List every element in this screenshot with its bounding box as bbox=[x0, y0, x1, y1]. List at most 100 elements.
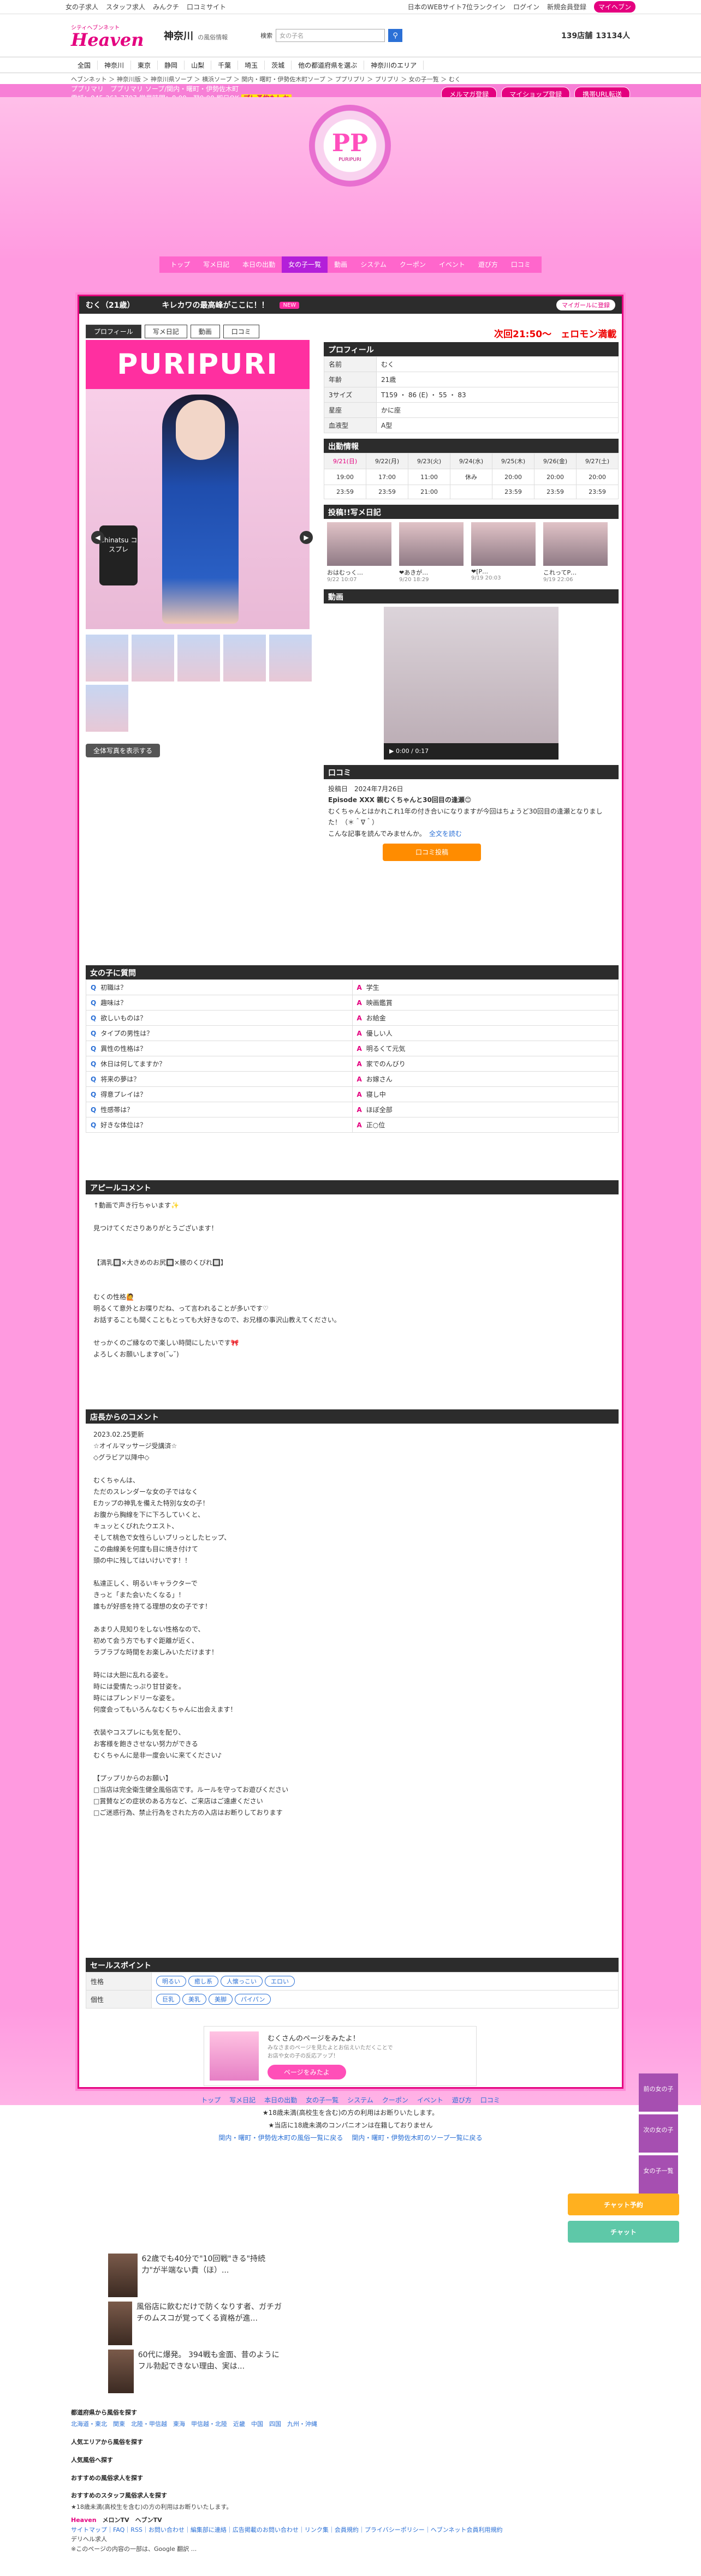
topbar-link[interactable]: みんクチ bbox=[153, 2, 179, 11]
photo-thumbnail[interactable] bbox=[269, 635, 312, 682]
girl-list-button[interactable]: 女の子一覧 bbox=[639, 2155, 678, 2194]
nav-item[interactable]: 神奈川 bbox=[98, 60, 132, 70]
my-girl-button[interactable]: マイガールに登録 bbox=[556, 300, 615, 310]
footer-link[interactable]: 本日の出勤 bbox=[264, 2096, 297, 2104]
review-title[interactable]: Episode XXX 親むくちゃんと30回目の逢瀬😊 bbox=[328, 794, 614, 805]
article-item[interactable]: 風俗店に飲むだけで防くなりす者、ガチガチのムスコが覚ってくる資格が進... bbox=[108, 2302, 283, 2345]
photo-thumbnail[interactable] bbox=[132, 635, 174, 682]
photo-thumbnail[interactable] bbox=[86, 685, 128, 732]
back-to-soap-list-link[interactable]: 関内・曙町・伊勢佐木町のソープ一覧に戻る bbox=[352, 2134, 482, 2142]
search-input[interactable]: 女の子名 bbox=[276, 29, 385, 42]
shop-nav-item-active[interactable]: 女の子一覧 bbox=[282, 256, 328, 273]
shop-nav-item[interactable]: イベント bbox=[432, 256, 472, 273]
login-link[interactable]: ログイン bbox=[513, 2, 539, 11]
tab-profile[interactable]: プロフィール bbox=[86, 325, 141, 338]
diary-card[interactable]: ❤あきが… 9/20 18:29 bbox=[399, 522, 464, 583]
banner-sub: みなさまのページを見たよとお伝えいただくことで お店や女の子の反応アップ！ bbox=[268, 2045, 393, 2059]
footer-terms[interactable]: デリヘル求人 bbox=[71, 2535, 630, 2544]
tab-review[interactable]: 口コミ bbox=[223, 325, 259, 338]
girl-main-photo[interactable]: PURIPURI Chinatsu コスプレ ◀ ▶ bbox=[86, 340, 313, 629]
nav-item[interactable]: 山梨 bbox=[185, 60, 212, 70]
nav-item[interactable]: 埼玉 bbox=[238, 60, 265, 70]
show-all-photos-button[interactable]: 全体写真を表示する bbox=[86, 744, 161, 757]
footer-link[interactable]: 写メ日記 bbox=[229, 2096, 256, 2104]
area-sub: の風俗情報 bbox=[198, 34, 228, 41]
page-seen-button[interactable]: ページをみたよ bbox=[268, 2065, 346, 2079]
footer-link[interactable]: イベント bbox=[417, 2096, 443, 2104]
photo-thumbnail[interactable] bbox=[86, 635, 128, 682]
footer-link[interactable]: トップ bbox=[201, 2096, 221, 2104]
nav-item[interactable]: 他の都道府県を選ぶ bbox=[292, 60, 365, 70]
video-player[interactable]: ▶ 0:00 / 0:17 bbox=[384, 607, 559, 760]
chat-button[interactable]: チャット bbox=[568, 2221, 679, 2243]
read-more-link[interactable]: 全文を読む bbox=[429, 830, 462, 838]
article-item[interactable]: 60代に爆発。 394戦も金面、昔のようにフル勃起できない理由、実は... bbox=[108, 2350, 283, 2393]
sellpoint-heading: セールスポイント bbox=[86, 1958, 619, 1972]
shop-nav-item[interactable]: 動画 bbox=[328, 256, 354, 273]
shop-nav-item[interactable]: トップ bbox=[164, 256, 197, 273]
utility-bar: 女の子求人 スタッフ求人 みんクチ 口コミサイト 日本のWEBサイト7位ランクイ… bbox=[0, 0, 701, 14]
girl-catchphrase: キレカワの最高峰がここに！！ bbox=[162, 301, 269, 310]
prev-photo-button[interactable]: ◀ bbox=[91, 531, 104, 544]
shop-logo[interactable]: PP PURIPURI bbox=[309, 105, 391, 187]
nav-item[interactable]: 全国 bbox=[71, 60, 98, 70]
diary-card[interactable]: おはむっく… 9/22 10:07 bbox=[327, 522, 391, 583]
shop-nav-item[interactable]: クーポン bbox=[393, 256, 432, 273]
shop-nav-item[interactable]: 遊び方 bbox=[472, 256, 504, 273]
schedule-table: 9/21(日) 9/22(月) 9/23(火) 9/24(水) 9/25(木) 9/26(… bbox=[324, 453, 619, 499]
shop-category: ププリマリ ププリマリ ソープ/関内・曙町・伊勢佐木町 bbox=[71, 85, 239, 93]
nav-item[interactable]: 東京 bbox=[131, 60, 158, 70]
footer-link[interactable]: クーポン bbox=[382, 2096, 408, 2104]
footer-link[interactable]: 女の子一覧 bbox=[306, 2096, 338, 2104]
diary-card[interactable]: ❤[P… 9/19 20:03 bbox=[471, 522, 536, 583]
photo-thumbnails bbox=[86, 635, 315, 732]
photo-thumbnail[interactable] bbox=[177, 635, 220, 682]
links-heading: 都道府県から風俗を探す bbox=[71, 2409, 137, 2416]
footer-links[interactable]: サイトマップ｜FAQ｜RSS｜お問い合わせ｜編集部に連絡｜広告掲載のお問い合わせ… bbox=[71, 2525, 630, 2535]
topbar-link[interactable]: 女の子求人 bbox=[66, 2, 98, 11]
shop-nav-item[interactable]: 本日の出勤 bbox=[236, 256, 282, 273]
site-logo[interactable]: シティヘブンネット Heaven bbox=[71, 19, 153, 52]
appeal-heading: アピールコメント bbox=[86, 1180, 619, 1194]
tab-movie[interactable]: 動画 bbox=[190, 325, 220, 338]
back-to-list-link[interactable]: 関内・曙町・伊勢佐木町の風俗一覧に戻る bbox=[218, 2134, 343, 2142]
shop-logo-caption: PURIPURI bbox=[338, 157, 361, 163]
review-post-button[interactable]: 口コミ投稿 bbox=[383, 843, 482, 862]
girl-count: 13134人 bbox=[596, 32, 630, 40]
nav-item[interactable]: 静岡 bbox=[158, 60, 185, 70]
search-form: 検索 女の子名 ⚲ bbox=[260, 29, 403, 42]
shop-nav-item[interactable]: 写メ日記 bbox=[197, 256, 236, 273]
prev-girl-button[interactable]: 前の女の子 bbox=[639, 2073, 678, 2112]
breadcrumb[interactable]: ヘブンネット ＞ 神奈川版 ＞ 神奈川県ソープ ＞ 横浜ソープ ＞ 関内・曙町・… bbox=[0, 73, 701, 84]
nav-item[interactable]: 茨城 bbox=[265, 60, 292, 70]
next-photo-button[interactable]: ▶ bbox=[300, 531, 313, 544]
footer-link[interactable]: 口コミ bbox=[480, 2096, 500, 2104]
search-label: 検索 bbox=[260, 32, 273, 39]
shop-nav-item[interactable]: 口コミ bbox=[504, 256, 537, 273]
footer-link[interactable]: システム bbox=[347, 2096, 373, 2104]
topbar-link[interactable]: スタッフ求人 bbox=[106, 2, 145, 11]
ranking-link[interactable]: 日本のWEBサイト7位ランクイン bbox=[408, 2, 506, 11]
nav-item[interactable]: 千葉 bbox=[211, 60, 239, 70]
diary-card[interactable]: これってP… 9/19 22:06 bbox=[543, 522, 608, 583]
article-item[interactable]: 62歳でも40分で"10回戦"きる"持続力"が半端ない貴（ほ）... bbox=[108, 2254, 283, 2297]
footer-link[interactable]: 遊び方 bbox=[452, 2096, 472, 2104]
review-heading: 口コミ bbox=[324, 765, 619, 779]
area-name: 神奈川 bbox=[164, 31, 193, 42]
tab-diary[interactable]: 写メ日記 bbox=[144, 325, 187, 338]
shop-nav-item[interactable]: システム bbox=[354, 256, 393, 273]
video-controls[interactable]: ▶ 0:00 / 0:17 bbox=[384, 743, 559, 760]
mypage-button[interactable]: マイヘブン bbox=[593, 1, 635, 13]
schedule-heading: 出勤情報 bbox=[324, 439, 619, 453]
chat-reserve-button[interactable]: チャット予約 bbox=[568, 2194, 679, 2215]
photo-thumbnail[interactable] bbox=[223, 635, 266, 682]
topbar-link[interactable]: 口コミサイト bbox=[187, 2, 226, 11]
banner-title: むくさんのページをみたよ！ bbox=[268, 2035, 360, 2043]
next-girl-button[interactable]: 次の女の子 bbox=[639, 2114, 678, 2153]
register-link[interactable]: 新規会員登録 bbox=[547, 2, 586, 11]
nav-item[interactable]: 神奈川のエリア bbox=[364, 60, 424, 70]
shop-banner: PURIPURI bbox=[86, 340, 310, 389]
shop-counts: 139店舗 13134人 bbox=[561, 30, 630, 41]
appeal-body: ↑動画で声き行ちゃいます✨ 見つけてくださりありがとうございます！ 【満乳🔲×大… bbox=[93, 1202, 341, 1358]
search-button[interactable]: ⚲ bbox=[388, 29, 403, 42]
